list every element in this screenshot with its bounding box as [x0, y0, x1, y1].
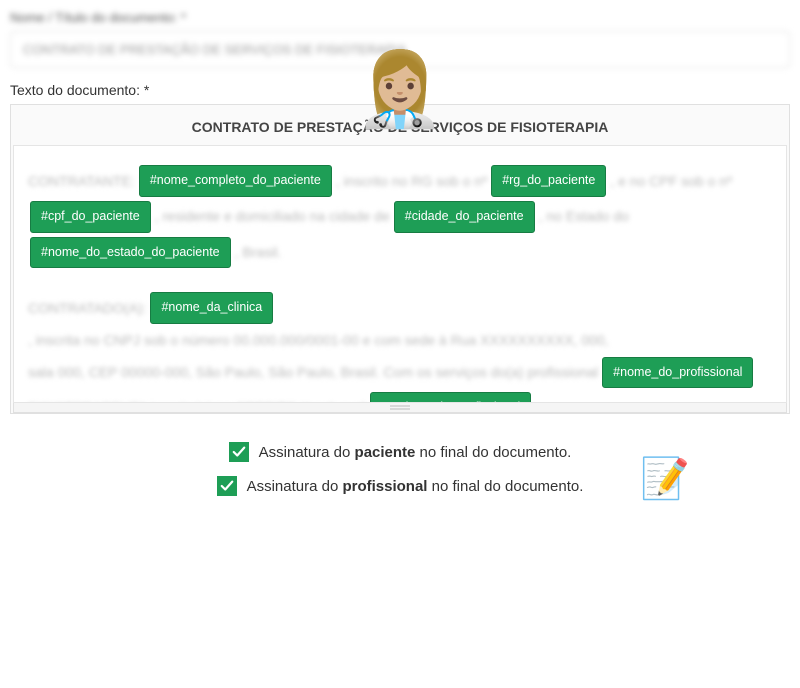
tag-cidade-paciente[interactable]: #cidade_do_paciente	[394, 201, 535, 233]
tag-estado-paciente[interactable]: #nome_do_estado_do_paciente	[30, 237, 231, 269]
placeholder-text: , Brasil.	[235, 239, 282, 266]
signature-professional-checkbox[interactable]	[217, 476, 237, 496]
placeholder-text: sala 000, CEP 00000-000, São Paulo, São …	[28, 359, 598, 386]
tag-nome-profissional[interactable]: #nome_do_profissional	[602, 357, 753, 389]
doc-name-input[interactable]: CONTRATO DE PRESTAÇÃO DE SERVIÇOS DE FIS…	[10, 31, 790, 68]
placeholder-text: , residente e domiciliado na cidade de	[155, 203, 390, 230]
document-editor-panel: CONTRATO DE PRESTAÇÃO DE SERVIÇOS DE FIS…	[10, 104, 790, 414]
placeholder-text: CONTRATANTE:	[28, 168, 135, 195]
placeholder-text: , e no CPF sob o nº	[610, 168, 732, 195]
placeholder-text: FISIOTERAPEUTA inscrito(a) no CREFITO-X …	[28, 395, 366, 403]
tag-nome-clinica[interactable]: #nome_da_clinica	[150, 292, 273, 324]
signature-patient-row: Assinatura do paciente no final do docum…	[10, 442, 790, 462]
document-heading: CONTRATO DE PRESTAÇÃO DE SERVIÇOS DE FIS…	[13, 107, 787, 145]
placeholder-text: CONTRATADO(A):	[28, 295, 146, 322]
paragraph-contratado: CONTRATADO(A): #nome_da_clinica , inscri…	[28, 291, 772, 403]
placeholder-text: , inscrito no RG sob o nº	[336, 168, 487, 195]
placeholder-text: , inscrita no CNPJ sob o número 00.000.0…	[28, 327, 609, 354]
paragraph-contratante: CONTRATANTE: #nome_completo_do_paciente …	[28, 164, 772, 269]
signature-patient-checkbox[interactable]	[229, 442, 249, 462]
check-icon	[232, 445, 246, 459]
tag-cpf-paciente[interactable]: #cpf_do_paciente	[30, 201, 151, 233]
signature-professional-label: Assinatura do profissional no final do d…	[247, 478, 584, 495]
check-icon	[220, 479, 234, 493]
tag-nome-completo-paciente[interactable]: #nome_completo_do_paciente	[139, 165, 332, 197]
signatures-section: Assinatura do paciente no final do docum…	[10, 442, 790, 496]
signature-professional-row: Assinatura do profissional no final do d…	[10, 476, 790, 496]
document-body-textarea[interactable]: CONTRATANTE: #nome_completo_do_paciente …	[13, 145, 787, 403]
placeholder-text: , no Estado do	[539, 203, 629, 230]
doc-body-label: Texto do documento: *	[10, 82, 790, 98]
tag-registro-profissional[interactable]: #registro_do_profissional	[370, 392, 532, 403]
signature-patient-label: Assinatura do paciente no final do docum…	[259, 444, 572, 461]
doc-name-label: Nome / Título do documento: *	[10, 10, 790, 25]
tag-rg-paciente[interactable]: #rg_do_paciente	[491, 165, 606, 197]
resize-handle[interactable]	[13, 403, 787, 413]
